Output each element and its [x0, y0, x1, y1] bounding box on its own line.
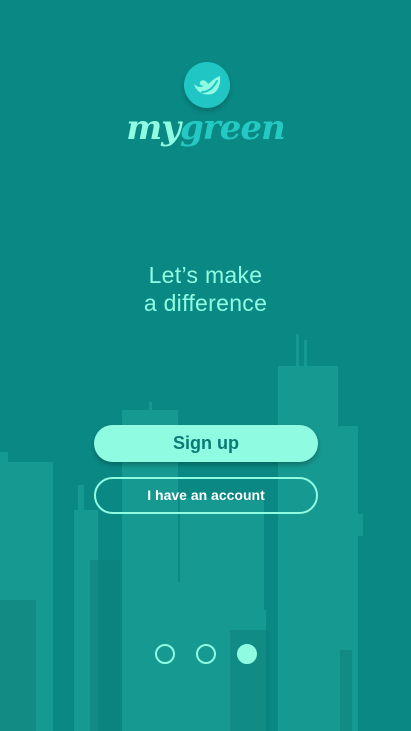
page-dot-2[interactable] [196, 644, 216, 664]
tagline-line-2: a difference [143, 290, 268, 316]
welcome-tagline: Let’s make a difference [0, 261, 411, 317]
carousel-page-indicator [155, 644, 261, 664]
page-dot-1[interactable] [155, 644, 175, 664]
page-dot-3-active[interactable] [237, 644, 257, 664]
brand-wordmark: mygreen [0, 106, 411, 150]
tagline-line-1: Let’s make [148, 262, 263, 288]
brand-prefix: my [126, 108, 181, 148]
sign-up-button[interactable]: Sign up [94, 425, 318, 462]
have-account-button[interactable]: I have an account [94, 477, 318, 514]
leaf-icon [184, 62, 230, 108]
brand-suffix: green [180, 108, 286, 148]
